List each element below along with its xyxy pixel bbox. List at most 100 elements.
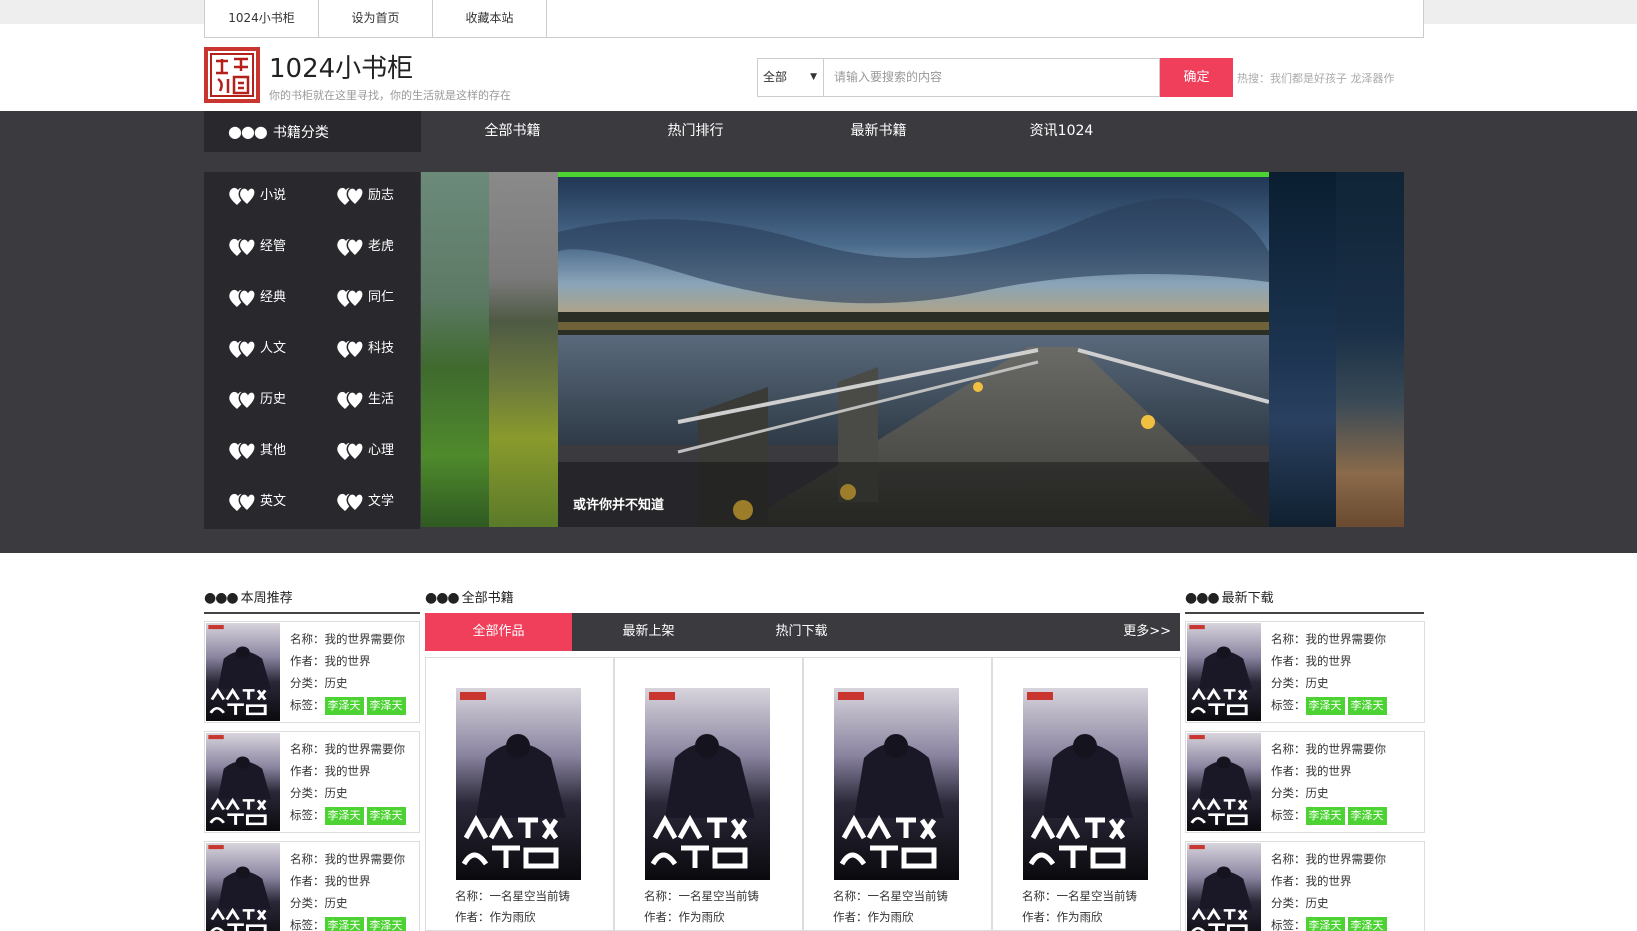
book-name[interactable]: 名称：我的世界需要你: [1271, 738, 1390, 760]
image-carousel[interactable]: 或许你并不知道: [421, 172, 1404, 527]
heart-icon: [228, 440, 256, 462]
book-name[interactable]: 名称：一名星空当前铸: [644, 886, 759, 907]
top-link-set-homepage[interactable]: 设为首页: [319, 0, 433, 37]
tag-badge[interactable]: 李泽天: [1347, 917, 1387, 931]
category-item[interactable]: 人文: [228, 337, 286, 361]
top-link-home[interactable]: 1024小书柜: [205, 0, 319, 37]
heart-icon: [228, 236, 256, 258]
category-item[interactable]: 其他: [228, 439, 286, 463]
book-info: 名称：我的世界需要你 作者：我的世界 分类：历史 标签： 李泽天 李泽天: [1271, 738, 1390, 826]
more-link[interactable]: 更多>>: [1123, 613, 1171, 651]
book-name[interactable]: 名称：我的世界需要你: [290, 848, 409, 870]
tag-badge[interactable]: 李泽天: [1305, 917, 1345, 931]
tag-badge[interactable]: 李泽天: [324, 697, 364, 715]
nav-news[interactable]: 资讯1024: [970, 111, 1153, 152]
site-logo[interactable]: [204, 47, 260, 103]
book-cover-image[interactable]: [456, 688, 581, 880]
nav-latest-books[interactable]: 最新书籍: [787, 111, 970, 152]
category-item[interactable]: 生活: [336, 388, 394, 412]
tab-all-works[interactable]: 全部作品: [425, 613, 572, 651]
carousel-side-slide-right-1[interactable]: [1269, 172, 1336, 527]
book-category: 分类：历史: [1271, 896, 1329, 910]
carousel-side-slide-right-2[interactable]: [1336, 172, 1404, 527]
tag-badge[interactable]: 李泽天: [1305, 697, 1345, 715]
book-cover-image[interactable]: [645, 688, 770, 880]
book-cover-image[interactable]: [1187, 623, 1261, 721]
tag-badge[interactable]: 李泽天: [366, 697, 406, 715]
category-item[interactable]: 老虎: [336, 235, 394, 259]
book-card[interactable]: 名称：一名星空当前铸 作者：作为雨欣: [614, 657, 803, 931]
book-list-item[interactable]: 名称：我的世界需要你 作者：我的世界 分类：历史 标签： 李泽天 李泽天: [204, 731, 420, 833]
book-author: 作者：我的世界: [290, 874, 371, 888]
site-subtitle: 你的书柜就在这里寻找，你的生活就是这样的存在: [269, 89, 511, 102]
book-name[interactable]: 名称：一名星空当前铸: [455, 886, 570, 907]
book-name[interactable]: 名称：我的世界需要你: [290, 738, 409, 760]
search-scope-select[interactable]: 全部 ▼: [757, 58, 824, 97]
book-name[interactable]: 名称：我的世界需要你: [1271, 848, 1390, 870]
book-cover-image[interactable]: [1187, 843, 1261, 931]
tab-new-arrivals[interactable]: 最新上架: [572, 613, 725, 651]
category-label: 人文: [260, 341, 287, 356]
tag-badge[interactable]: 李泽天: [324, 917, 364, 931]
carousel-progress-bar: [558, 172, 1269, 177]
tag-badge[interactable]: 李泽天: [324, 807, 364, 825]
heart-icon: [228, 389, 256, 411]
book-name[interactable]: 名称：一名星空当前铸: [833, 886, 948, 907]
book-cover-image[interactable]: [206, 733, 280, 831]
book-category: 分类：历史: [290, 676, 348, 690]
book-list-item[interactable]: 名称：我的世界需要你 作者：我的世界 分类：历史 标签： 李泽天 李泽天: [1185, 841, 1425, 931]
section-divider: [204, 612, 420, 614]
tag-badge[interactable]: 李泽天: [1305, 807, 1345, 825]
search-submit-button[interactable]: 确定: [1160, 58, 1233, 97]
search-input[interactable]: 请输入要搜索的内容: [824, 58, 1160, 97]
carousel-side-slide-left-1[interactable]: [421, 172, 489, 527]
tag-badge[interactable]: 李泽天: [366, 917, 406, 931]
category-label: 其他: [260, 443, 287, 458]
book-list-item[interactable]: 名称：我的世界需要你 作者：我的世界 分类：历史 标签： 李泽天 李泽天: [204, 841, 420, 931]
category-item[interactable]: 同仁: [336, 286, 394, 310]
book-list-item[interactable]: 名称：我的世界需要你 作者：我的世界 分类：历史 标签： 李泽天 李泽天: [1185, 621, 1425, 723]
book-name[interactable]: 名称：一名星空当前铸: [1022, 886, 1137, 907]
tag-badge[interactable]: 李泽天: [1347, 697, 1387, 715]
book-cover-image[interactable]: [834, 688, 959, 880]
book-list-item[interactable]: 名称：我的世界需要你 作者：我的世界 分类：历史 标签： 李泽天 李泽天: [1185, 731, 1425, 833]
book-cover-image[interactable]: [206, 623, 280, 721]
heart-icon: [336, 338, 364, 360]
book-cover-image[interactable]: [1187, 733, 1261, 831]
tab-hot-downloads[interactable]: 热门下载: [725, 613, 878, 651]
category-panel: 小说 励志经管 老虎经典 同仁人文 科技历史 生活其他 心理英文 文学: [204, 172, 420, 529]
tag-label: 标签：: [290, 698, 325, 712]
book-card[interactable]: 名称：一名星空当前铸 作者：作为雨欣: [992, 657, 1181, 931]
book-author: 作者：作为雨欣: [833, 910, 914, 924]
category-item[interactable]: 科技: [336, 337, 394, 361]
category-item[interactable]: 文学: [336, 490, 394, 514]
tag-badge[interactable]: 李泽天: [1347, 807, 1387, 825]
book-author: 作者：作为雨欣: [455, 910, 536, 924]
nav-all-books[interactable]: 全部书籍: [421, 111, 604, 152]
book-category: 分类：历史: [290, 896, 348, 910]
book-card-info: 名称：一名星空当前铸 作者：作为雨欣: [644, 886, 759, 928]
book-name[interactable]: 名称：我的世界需要你: [1271, 628, 1390, 650]
category-item[interactable]: 英文: [228, 490, 286, 514]
category-label: 励志: [368, 188, 395, 203]
top-link-bookmark[interactable]: 收藏本站: [433, 0, 547, 37]
book-cover-image[interactable]: [206, 843, 280, 931]
category-item[interactable]: 励志: [336, 184, 394, 208]
book-name[interactable]: 名称：我的世界需要你: [290, 628, 409, 650]
category-item[interactable]: 心理: [336, 439, 394, 463]
category-item[interactable]: 历史: [228, 388, 286, 412]
carousel-side-slide-left-2[interactable]: [489, 172, 558, 527]
book-list-item[interactable]: 名称：我的世界需要你 作者：我的世界 分类：历史 标签： 李泽天 李泽天: [204, 621, 420, 723]
category-item[interactable]: 小说: [228, 184, 286, 208]
tag-badge[interactable]: 李泽天: [366, 807, 406, 825]
book-card[interactable]: 名称：一名星空当前铸作者：作为雨欣: [425, 657, 614, 931]
category-label: 历史: [260, 392, 287, 407]
category-item[interactable]: 经典: [228, 286, 286, 310]
book-cover-image[interactable]: [1023, 688, 1148, 880]
carousel-main-slide[interactable]: 或许你并不知道: [558, 172, 1269, 527]
nav-hot-ranking[interactable]: 热门排行: [604, 111, 787, 152]
category-item[interactable]: 经管: [228, 235, 286, 259]
hot-search-text[interactable]: 热搜：我们都是好孩子 龙泽器作: [1237, 70, 1395, 86]
nav-category-header[interactable]: ●●● 书籍分类: [204, 111, 421, 152]
book-card[interactable]: 名称：一名星空当前铸作者：作为雨欣: [803, 657, 992, 931]
